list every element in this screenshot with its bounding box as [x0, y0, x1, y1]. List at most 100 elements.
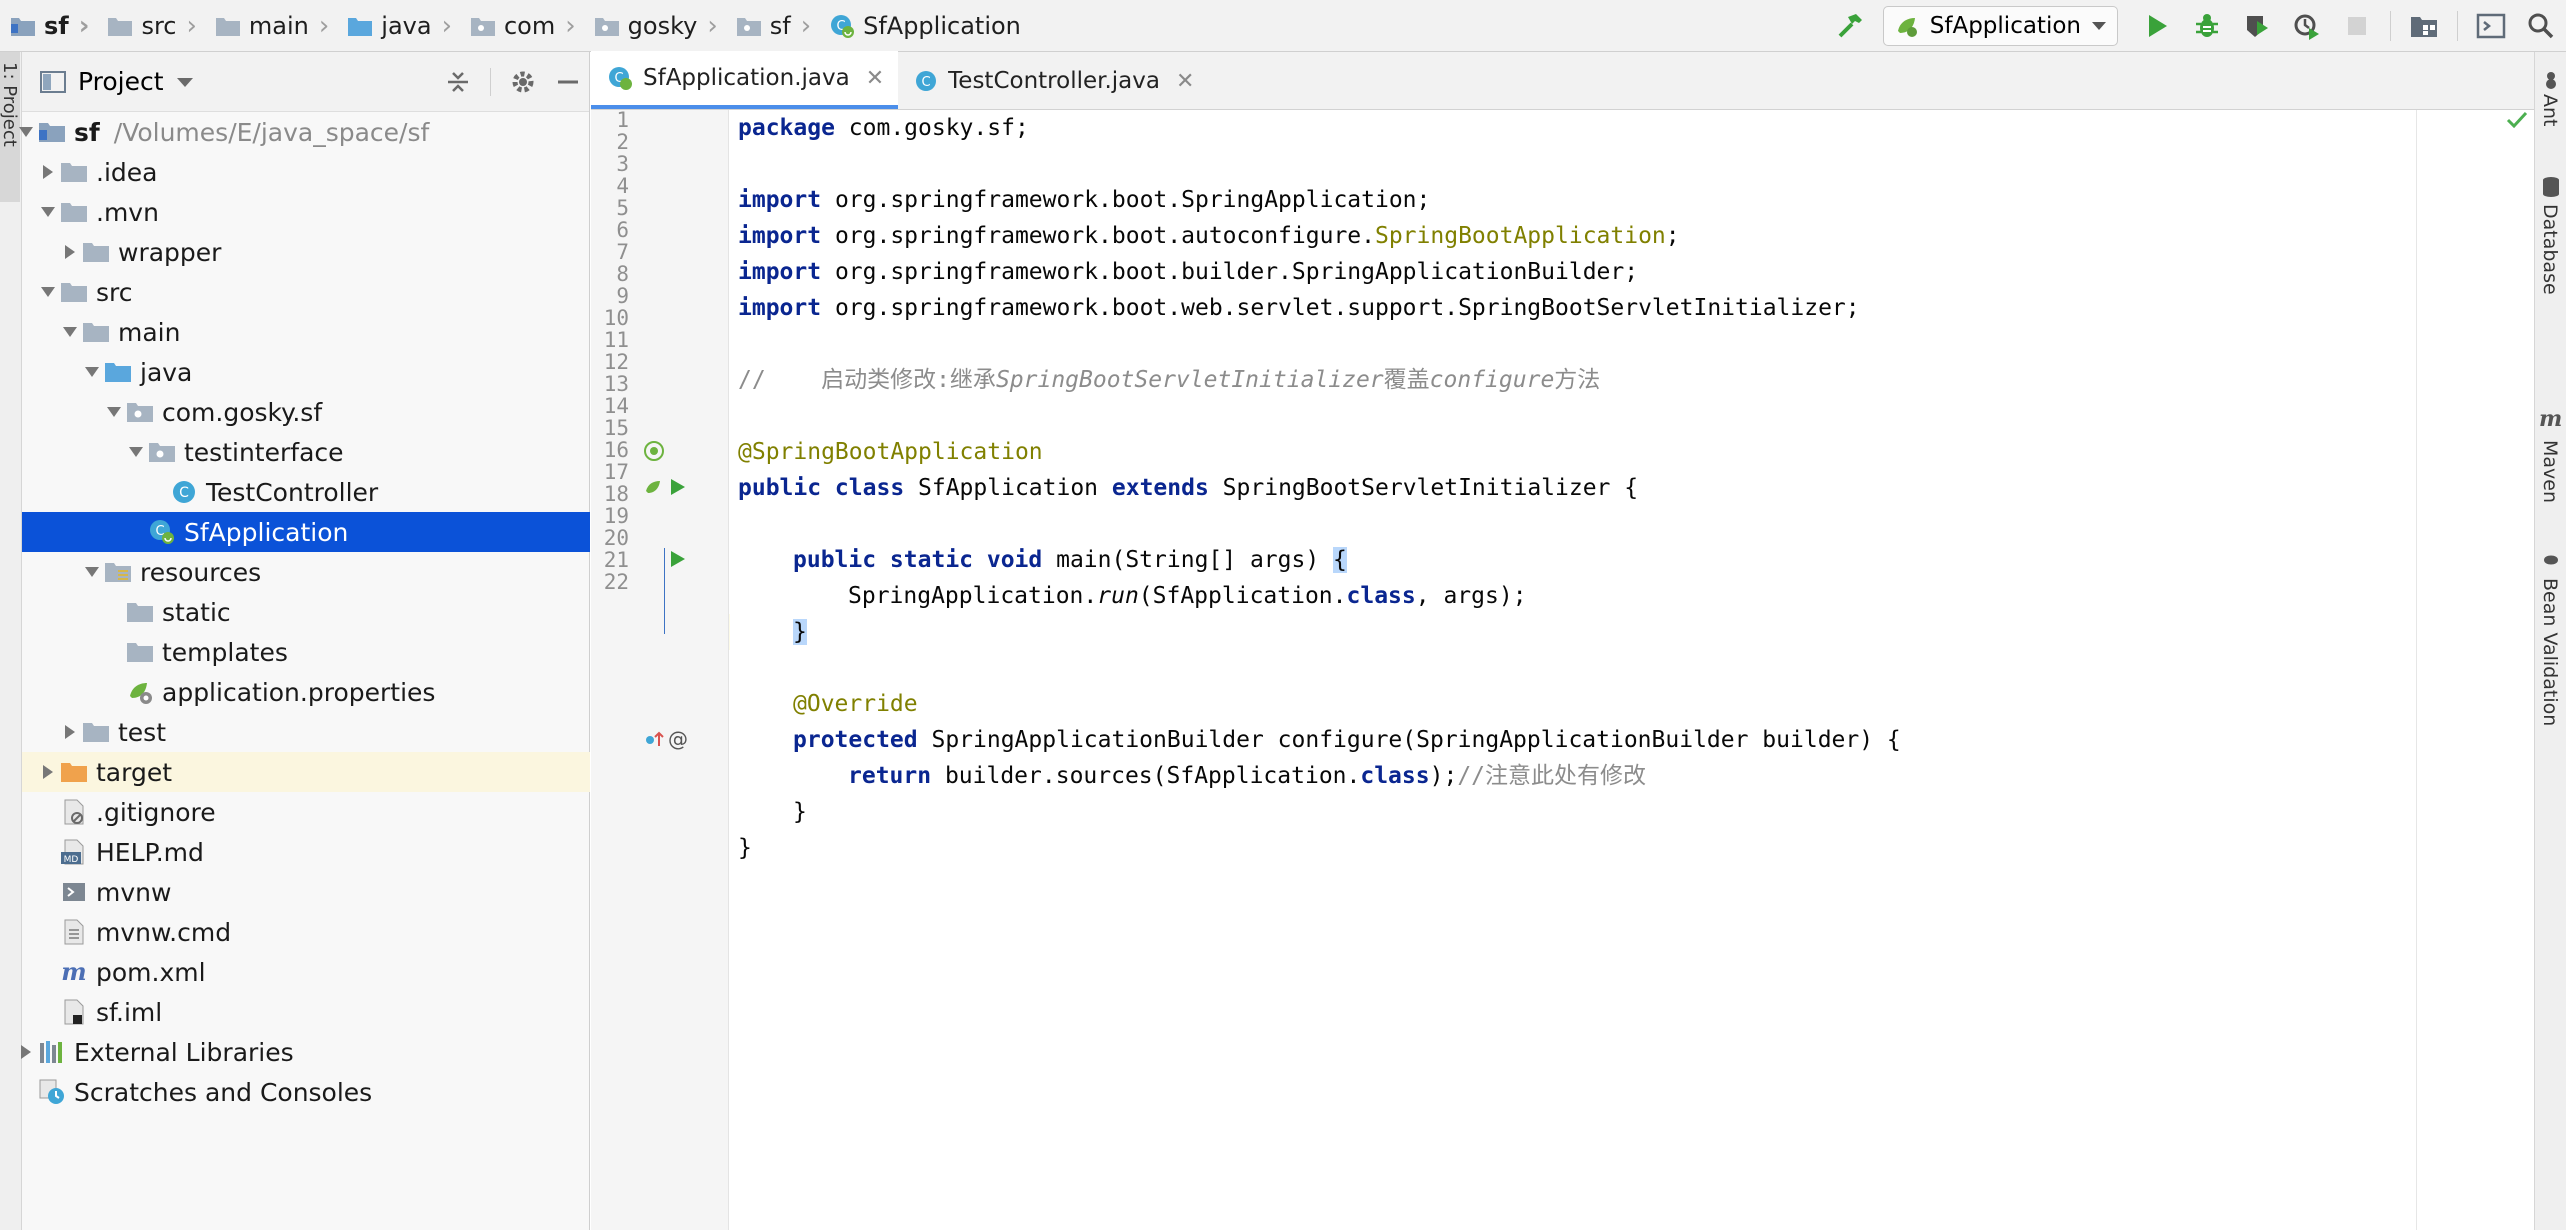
run-configuration-selector[interactable]: SfApplication	[1882, 6, 2118, 46]
folder-icon	[60, 278, 88, 306]
chevron-right-icon: ›	[441, 10, 452, 41]
tree-item-idea[interactable]: .idea	[22, 152, 590, 192]
tree-item-java[interactable]: java	[22, 352, 590, 392]
tree-label: src	[96, 277, 133, 307]
code-token: );	[1429, 763, 1458, 789]
tree-item-mvnw-cmd[interactable]: mvnw.cmd	[22, 912, 590, 952]
maven-tool-button[interactable]: m Maven	[2535, 406, 2566, 526]
spring-boot-class-icon: C	[829, 13, 855, 39]
close-tab-icon[interactable]: ✕	[1176, 69, 1194, 94]
breadcrumb-item-java[interactable]: java ›	[341, 0, 464, 52]
tree-label: mvnw	[96, 877, 172, 907]
project-structure-icon[interactable]	[2402, 4, 2446, 48]
expand-arrow-icon[interactable]	[16, 122, 36, 142]
code-token: @Override	[793, 691, 918, 717]
run-gutter-icon[interactable]	[667, 548, 689, 570]
debug-bug-icon[interactable]	[2185, 4, 2229, 48]
database-tool-button[interactable]: Database	[2535, 176, 2566, 346]
expand-arrow-icon[interactable]	[104, 402, 124, 422]
at-bean-icon[interactable]: @	[667, 727, 689, 751]
tree-item-sf-iml[interactable]: sf.iml	[22, 992, 590, 1032]
tree-item-testcontroller[interactable]: C TestController	[22, 472, 590, 512]
breadcrumb-item-gosky[interactable]: gosky ›	[588, 0, 730, 52]
tree-item-sfapplication[interactable]: C SfApplication	[22, 512, 590, 552]
expand-arrow-icon[interactable]	[126, 442, 146, 462]
package-icon	[148, 438, 176, 466]
breadcrumb-item-com[interactable]: com ›	[464, 0, 588, 52]
expand-arrow-icon[interactable]	[82, 362, 102, 382]
code-token: 方法	[1554, 367, 1601, 393]
gear-icon[interactable]	[509, 68, 537, 96]
tree-item-mvn[interactable]: .mvn	[22, 192, 590, 232]
breadcrumb-item-main[interactable]: main ›	[209, 0, 341, 52]
run-gutter-icon[interactable]	[667, 476, 689, 498]
project-view-selector[interactable]: Project	[78, 67, 164, 96]
expand-arrow-icon[interactable]	[38, 282, 58, 302]
search-everywhere-icon[interactable]	[2519, 4, 2563, 48]
tree-item-scratches[interactable]: Scratches and Consoles	[22, 1072, 590, 1112]
tree-item-testinterface[interactable]: testinterface	[22, 432, 590, 472]
tree-label: Scratches and Consoles	[74, 1077, 373, 1107]
collapse-all-icon[interactable]	[444, 68, 472, 96]
breadcrumb-label: sf	[769, 11, 791, 40]
tree-item-wrapper[interactable]: wrapper	[22, 232, 590, 272]
bean-validation-tool-button[interactable]: Bean Validation	[2535, 550, 2566, 800]
folder-icon	[82, 718, 110, 746]
run-with-coverage-icon[interactable]	[2235, 4, 2279, 48]
overrides-method-icon[interactable]	[643, 728, 665, 750]
run-icon[interactable]	[2135, 4, 2179, 48]
terminal-window-icon[interactable]	[2469, 4, 2513, 48]
close-tab-icon[interactable]: ✕	[866, 66, 884, 91]
spring-bean-gutter-icon[interactable]	[643, 440, 665, 462]
maven-icon: m	[2539, 406, 2563, 432]
tree-item-main[interactable]: main	[22, 312, 590, 352]
tree-item-test[interactable]: test	[22, 712, 590, 752]
tree-item-templates[interactable]: templates	[22, 632, 590, 672]
ignore-file-icon	[60, 798, 88, 826]
tree-item-gitignore[interactable]: .gitignore	[22, 792, 590, 832]
tree-item-static[interactable]: static	[22, 592, 590, 632]
package-icon	[470, 15, 496, 37]
breadcrumb-item-sf[interactable]: sf ›	[4, 0, 101, 52]
tree-item-mvnw[interactable]: mvnw	[22, 872, 590, 912]
hide-panel-icon[interactable]	[555, 69, 581, 95]
tab-testcontroller-java[interactable]: C TestController.java ✕	[898, 53, 1208, 109]
ant-tool-button[interactable]: Ant	[2535, 70, 2566, 150]
tree-item-application-properties[interactable]: application.properties	[22, 672, 590, 712]
expand-arrow-icon[interactable]	[38, 202, 58, 222]
maven-icon: m	[60, 958, 88, 986]
code-token: import	[738, 259, 822, 285]
tree-item-src[interactable]: src	[22, 272, 590, 312]
breadcrumb-item-src[interactable]: src ›	[101, 0, 208, 52]
svg-text:MD: MD	[64, 855, 79, 865]
build-hammer-icon[interactable]	[1828, 4, 1872, 48]
code-line-10: @SpringBootApplication	[738, 434, 1043, 470]
tree-item-external-libraries[interactable]: External Libraries	[21, 1032, 590, 1072]
profile-icon[interactable]	[2285, 4, 2329, 48]
expand-arrow-icon[interactable]	[60, 322, 80, 342]
tree-item-pom-xml[interactable]: m pom.xml	[22, 952, 590, 992]
tree-item-help-md[interactable]: MD HELP.md	[22, 832, 590, 872]
tab-sfapplication-java[interactable]: C SfApplication.java ✕	[591, 51, 899, 109]
tree-item-com-gosky-sf[interactable]: com.gosky.sf	[22, 392, 590, 432]
tree-item-target[interactable]: target	[22, 752, 590, 792]
tree-item-resources[interactable]: resources	[22, 552, 590, 592]
breadcrumb-item-sf-package[interactable]: sf ›	[730, 0, 823, 52]
breadcrumb-item-sfapplication[interactable]: C SfApplication	[823, 0, 1021, 52]
stop-icon[interactable]	[2335, 4, 2379, 48]
source-folder-icon	[104, 358, 132, 386]
tree-label: main	[118, 317, 181, 347]
code-line-20: }	[793, 794, 807, 830]
tree-item-sf[interactable]: sf/Volumes/E/java_space/sf	[19, 112, 590, 152]
collapsed-arrow-icon[interactable]	[16, 1042, 36, 1062]
collapsed-arrow-icon[interactable]	[38, 762, 58, 782]
collapsed-arrow-icon[interactable]	[60, 722, 80, 742]
spring-boot-gutter-icon[interactable]	[643, 476, 665, 498]
expand-arrow-icon[interactable]	[82, 562, 102, 582]
chevron-down-icon[interactable]	[176, 76, 194, 88]
text-file-icon	[60, 918, 88, 946]
collapsed-arrow-icon[interactable]	[60, 242, 80, 262]
collapsed-arrow-icon[interactable]	[38, 162, 58, 182]
code-line-1: package com.gosky.sf;	[738, 110, 1029, 146]
code-token: SpringApplicationBuilder configure(Sprin…	[917, 727, 1901, 753]
